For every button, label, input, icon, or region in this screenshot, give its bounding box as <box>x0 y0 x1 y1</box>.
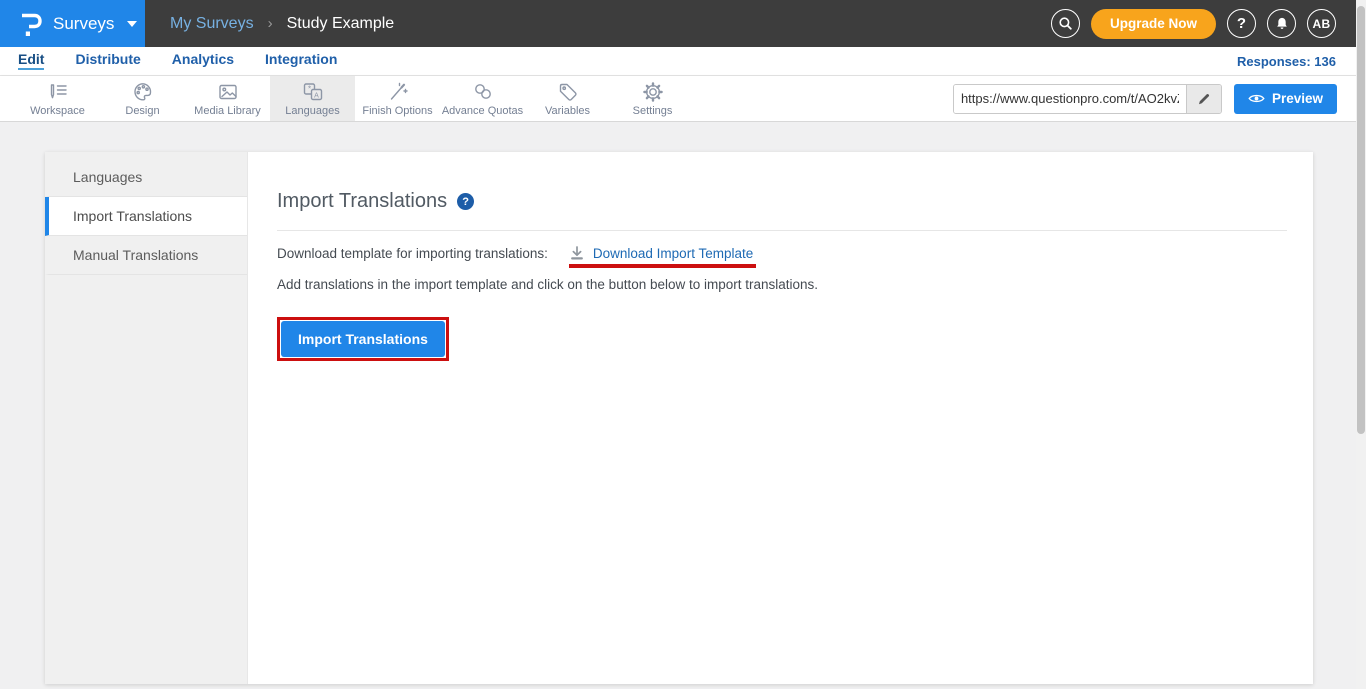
avatar[interactable]: AB <box>1307 9 1336 38</box>
survey-url-input[interactable] <box>954 85 1186 113</box>
product-switcher[interactable]: Surveys <box>0 0 145 47</box>
survey-subnav: Edit Distribute Analytics Integration Re… <box>0 47 1366 76</box>
breadcrumb-current-survey: Study Example <box>287 15 395 33</box>
download-template-label: Download template for importing translat… <box>277 246 548 261</box>
notifications-button[interactable] <box>1267 9 1296 38</box>
breadcrumb-my-surveys[interactable]: My Surveys <box>170 15 254 33</box>
import-button-annotation: Import Translations <box>277 317 449 361</box>
magic-wand-icon <box>387 81 409 103</box>
section-help-button[interactable]: ? <box>457 193 474 210</box>
scrollbar-thumb[interactable] <box>1357 6 1365 434</box>
preview-label: Preview <box>1272 91 1323 106</box>
tab-analytics[interactable]: Analytics <box>172 52 234 70</box>
edit-url-button[interactable] <box>1186 85 1221 113</box>
topbar: Surveys My Surveys › Study Example Upgra… <box>0 0 1366 47</box>
product-name: Surveys <box>53 14 114 34</box>
languages-sidebar: Languages Import Translations Manual Tra… <box>45 152 248 684</box>
tool-tab-media-library[interactable]: Media Library <box>185 76 270 121</box>
search-icon <box>1058 16 1073 31</box>
import-translations-button[interactable]: Import Translations <box>281 321 445 357</box>
instruction-text: Add translations in the import template … <box>277 277 1287 292</box>
question-mark-icon: ? <box>1237 15 1246 32</box>
sidebar-item-manual-translations[interactable]: Manual Translations <box>45 236 247 275</box>
tool-tab-advance-quotas[interactable]: Advance Quotas <box>440 76 525 121</box>
gear-icon <box>642 81 664 103</box>
tab-distribute[interactable]: Distribute <box>75 52 140 70</box>
tool-tab-languages[interactable]: *A Languages <box>270 76 355 121</box>
tool-tab-workspace[interactable]: Workspace <box>15 76 100 121</box>
breadcrumb-separator: › <box>268 15 273 32</box>
tool-tab-finish-options[interactable]: Finish Options <box>355 76 440 121</box>
download-template-row: Download template for importing translat… <box>277 245 1287 261</box>
workspace-icon <box>47 81 69 103</box>
preview-button[interactable]: Preview <box>1234 84 1337 114</box>
chain-link-icon <box>472 81 494 103</box>
page-scrollbar[interactable] <box>1356 0 1366 689</box>
breadcrumb: My Surveys › Study Example <box>170 15 394 33</box>
tool-tab-settings[interactable]: Settings <box>610 76 695 121</box>
download-icon <box>569 245 585 261</box>
search-button[interactable] <box>1051 9 1080 38</box>
avatar-initials: AB <box>1313 17 1331 31</box>
question-mark-icon: ? <box>462 196 469 208</box>
eye-icon <box>1248 93 1265 104</box>
tag-icon <box>557 81 579 103</box>
bell-icon <box>1275 16 1289 31</box>
help-button[interactable]: ? <box>1227 9 1256 38</box>
svg-text:A: A <box>314 92 319 99</box>
page-title: Import Translations <box>277 190 447 213</box>
image-icon <box>217 81 239 103</box>
survey-url-group <box>953 84 1222 114</box>
download-import-template-link[interactable]: Download Import Template <box>593 246 753 261</box>
sidebar-item-languages[interactable]: Languages <box>45 158 247 197</box>
responses-count[interactable]: Responses: 136 <box>1237 54 1336 69</box>
languages-panel: Languages Import Translations Manual Tra… <box>45 152 1313 684</box>
download-link-annotated[interactable]: Download Import Template <box>569 245 753 261</box>
sidebar-item-import-translations[interactable]: Import Translations <box>45 197 247 236</box>
toolbar-right: Preview <box>953 76 1366 121</box>
tool-tab-design[interactable]: Design <box>100 76 185 121</box>
topbar-actions: Upgrade Now ? AB <box>1051 9 1366 39</box>
chevron-down-icon <box>127 21 137 27</box>
tab-integration[interactable]: Integration <box>265 52 337 70</box>
main-area: Languages Import Translations Manual Tra… <box>0 122 1366 689</box>
questionpro-logo-icon <box>19 11 42 37</box>
tool-tab-variables[interactable]: Variables <box>525 76 610 121</box>
upgrade-now-button[interactable]: Upgrade Now <box>1091 9 1216 39</box>
translate-icon: *A <box>302 81 324 103</box>
tab-edit[interactable]: Edit <box>18 52 44 70</box>
svg-text:*: * <box>307 84 310 93</box>
import-translations-content: Import Translations ? Download template … <box>248 152 1313 684</box>
divider <box>277 230 1287 231</box>
edit-toolbar: Workspace Design Media Library *A Langua… <box>0 76 1366 122</box>
palette-icon <box>132 81 154 103</box>
title-row: Import Translations ? <box>277 190 1287 213</box>
pencil-icon <box>1197 92 1211 106</box>
